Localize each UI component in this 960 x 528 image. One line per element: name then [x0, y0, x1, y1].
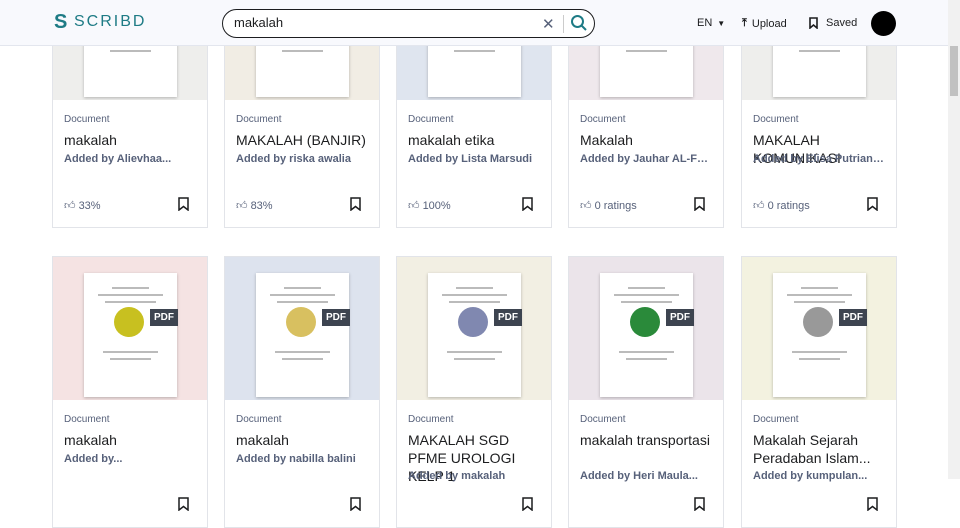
- document-author[interactable]: Added by kumpulan...: [753, 470, 887, 482]
- language-label: EN: [697, 17, 713, 29]
- document-card[interactable]: PDF Document makalah transportasi Added …: [568, 256, 724, 528]
- save-bookmark-icon[interactable]: [522, 197, 533, 211]
- rating-value: 100%: [422, 200, 451, 212]
- pdf-badge: PDF: [150, 309, 178, 326]
- pdf-badge: PDF: [322, 309, 350, 326]
- bookmark-icon: [809, 17, 818, 29]
- clear-search-icon[interactable]: ✕: [542, 15, 555, 33]
- document-thumbnail[interactable]: PDF: [742, 257, 896, 400]
- document-type: Document: [236, 114, 282, 125]
- language-select[interactable]: EN ▼: [697, 17, 725, 29]
- document-thumbnail[interactable]: PDF: [53, 257, 207, 400]
- save-bookmark-icon[interactable]: [178, 497, 189, 511]
- save-bookmark-icon[interactable]: [350, 197, 361, 211]
- divider: [563, 15, 564, 33]
- document-type: Document: [408, 114, 454, 125]
- document-title[interactable]: makalah: [236, 431, 370, 449]
- rating: 👍︎ 100%: [408, 199, 451, 212]
- upload-button[interactable]: ⤒ Upload: [742, 17, 787, 30]
- document-card[interactable]: PDF Document makalah Added by...: [52, 256, 208, 528]
- document-card[interactable]: PDF Document MAKALAH SGD PFME UROLOGI KE…: [396, 256, 552, 528]
- document-thumbnail[interactable]: PDF: [225, 257, 379, 400]
- pdf-badge: PDF: [839, 309, 867, 326]
- document-type: Document: [580, 114, 626, 125]
- document-author[interactable]: Added by Elisa Putriana...: [753, 153, 887, 165]
- upload-icon: ⤒: [742, 17, 747, 29]
- save-bookmark-icon[interactable]: [178, 197, 189, 211]
- document-title[interactable]: makalah etika: [408, 131, 542, 149]
- document-card[interactable]: PDF Document makalah Added by nabilla ba…: [224, 256, 380, 528]
- document-author[interactable]: Added by...: [64, 453, 198, 465]
- document-title[interactable]: makalah: [64, 431, 198, 449]
- search-bar: ✕: [222, 9, 595, 38]
- document-author[interactable]: Added by Lista Marsudi: [408, 153, 542, 165]
- rating: 👍︎ 83%: [236, 199, 273, 212]
- save-bookmark-icon[interactable]: [350, 497, 361, 511]
- save-bookmark-icon[interactable]: [867, 197, 878, 211]
- search-input[interactable]: [234, 15, 524, 30]
- document-author[interactable]: Added by Heri Maula...: [580, 470, 714, 482]
- scribd-logo[interactable]: S SCRIBD: [54, 12, 146, 32]
- document-type: Document: [753, 414, 799, 425]
- document-title[interactable]: Makalah Sejarah Peradaban Islam...: [753, 431, 887, 467]
- chevron-down-icon: ▼: [717, 18, 726, 28]
- document-card[interactable]: PDF Document Makalah Sejarah Peradaban I…: [741, 256, 897, 528]
- avatar[interactable]: [871, 11, 896, 36]
- document-page-preview: [428, 273, 521, 397]
- document-page-preview: [84, 273, 177, 397]
- document-type: Document: [64, 414, 110, 425]
- thumbs-up-icon: 👍︎: [580, 200, 592, 212]
- document-title[interactable]: makalah transportasi: [580, 431, 714, 449]
- save-bookmark-icon[interactable]: [867, 497, 878, 511]
- thumbs-up-icon: 👍︎: [64, 200, 76, 212]
- save-bookmark-icon[interactable]: [694, 197, 705, 211]
- document-author[interactable]: Added by makalah: [408, 470, 542, 482]
- document-page-preview: [600, 273, 693, 397]
- document-type: Document: [753, 114, 799, 125]
- saved-button[interactable]: Saved: [809, 17, 857, 29]
- document-type: Document: [64, 114, 110, 125]
- document-thumbnail[interactable]: PDF: [397, 257, 551, 400]
- rating-value: 83%: [250, 200, 273, 212]
- rating: 👍︎ 33%: [64, 199, 101, 212]
- scrollbar[interactable]: [948, 0, 960, 479]
- rating-value: 33%: [78, 200, 101, 212]
- document-type: Document: [408, 414, 454, 425]
- pdf-badge: PDF: [494, 309, 522, 326]
- scrollbar-thumb[interactable]: [950, 46, 958, 96]
- save-bookmark-icon[interactable]: [694, 497, 705, 511]
- saved-label: Saved: [826, 17, 858, 29]
- rating-value: 0 ratings: [594, 200, 637, 212]
- document-author[interactable]: Added by Jauhar AL-Farida: [580, 153, 714, 165]
- document-page-preview: [256, 273, 349, 397]
- document-title[interactable]: MAKALAH (BANJIR): [236, 131, 370, 149]
- upload-label: Upload: [751, 17, 787, 30]
- logo-text: SCRIBD: [74, 13, 147, 30]
- thumbs-up-icon: 👍︎: [753, 200, 765, 212]
- document-page-preview: [773, 273, 866, 397]
- document-thumbnail[interactable]: PDF: [569, 257, 723, 400]
- document-title[interactable]: makalah: [64, 131, 198, 149]
- document-author[interactable]: Added by Alievhaa...: [64, 153, 198, 165]
- search-icon[interactable]: [570, 14, 588, 32]
- document-type: Document: [236, 414, 282, 425]
- document-title[interactable]: Makalah: [580, 131, 714, 149]
- scribd-logo-icon: S: [54, 11, 68, 33]
- thumbs-up-icon: 👍︎: [408, 200, 420, 212]
- thumbs-up-icon: 👍︎: [236, 200, 248, 212]
- document-type: Document: [580, 414, 626, 425]
- rating-value: 0 ratings: [767, 200, 810, 212]
- rating: 👍︎ 0 ratings: [580, 199, 637, 212]
- rating: 👍︎ 0 ratings: [753, 199, 810, 212]
- document-author[interactable]: Added by nabilla balini: [236, 453, 370, 465]
- document-author[interactable]: Added by riska awalia: [236, 153, 370, 165]
- top-bar: S SCRIBD ✕ EN ▼ ⤒ Upload Saved: [0, 0, 948, 46]
- pdf-badge: PDF: [666, 309, 694, 326]
- save-bookmark-icon[interactable]: [522, 497, 533, 511]
